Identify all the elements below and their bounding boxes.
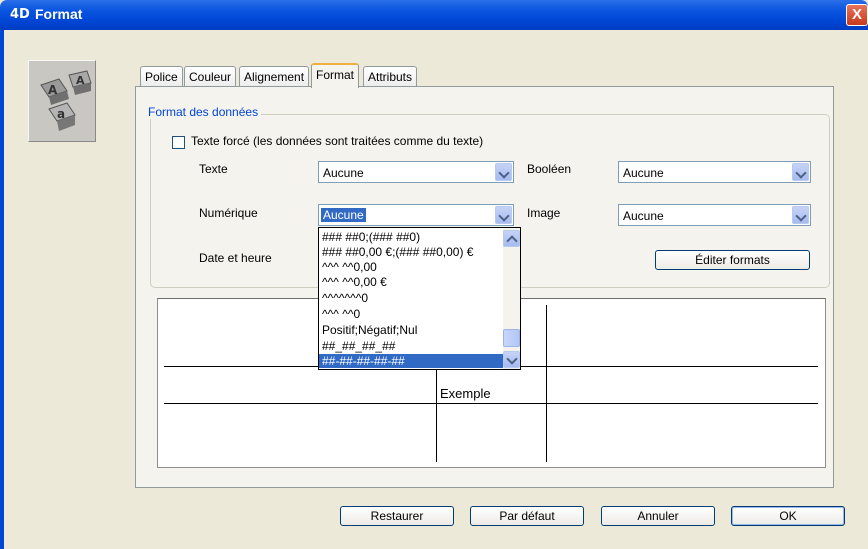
tab-alignement[interactable]: Alignement <box>239 66 310 87</box>
dropdown-option[interactable]: Positif;Négatif;Nul <box>322 323 417 337</box>
scroll-down-icon[interactable] <box>503 351 520 368</box>
default-button[interactable]: Par défaut <box>470 506 584 526</box>
window-title: Format <box>35 6 83 22</box>
restore-button[interactable]: Restaurer <box>340 506 454 526</box>
dropdown-option[interactable]: ^^^ ^^0,00 € <box>322 275 387 289</box>
booleen-label: Booléen <box>527 162 572 176</box>
dropdown-option-selected[interactable]: ##-##-##-##-## <box>319 354 503 368</box>
scroll-thumb[interactable] <box>503 329 520 347</box>
texte-select[interactable]: Aucune <box>318 161 514 183</box>
close-button[interactable]: X <box>846 4 868 26</box>
app-logo: 4D <box>10 7 30 22</box>
dropdown-option[interactable]: ^^^^^^^0 <box>322 291 368 305</box>
svg-text:a: a <box>57 107 65 121</box>
dropdown-option[interactable]: ##_##_##_## <box>322 339 395 353</box>
ok-button[interactable]: OK <box>731 506 845 526</box>
window-frame-left <box>0 30 4 549</box>
tab-police[interactable]: Police <box>140 66 183 87</box>
image-select-value: Aucune <box>623 209 664 223</box>
edit-formats-button[interactable]: Éditer formats <box>655 250 810 270</box>
dropdown-option[interactable]: ^^^ ^^0,00 <box>322 260 377 274</box>
dropdown-option[interactable]: ### ##0;(### ##0) <box>322 230 420 244</box>
svg-text:A: A <box>48 83 58 97</box>
numerique-select-value: Aucune <box>321 208 366 222</box>
preview-grid-line <box>164 403 818 404</box>
chevron-down-icon[interactable] <box>792 163 809 181</box>
tab-format[interactable]: Format <box>311 63 360 88</box>
texte-label: Texte <box>199 162 228 176</box>
booleen-select[interactable]: Aucune <box>618 161 811 183</box>
tab-attributs[interactable]: Attributs <box>363 66 418 87</box>
cancel-button[interactable]: Annuler <box>601 506 715 526</box>
svg-text:A: A <box>76 74 85 87</box>
texte-select-value: Aucune <box>323 166 364 180</box>
chevron-down-icon[interactable] <box>495 206 512 224</box>
preview-sample-text: Exemple <box>440 386 491 401</box>
chevron-down-icon[interactable] <box>792 206 809 224</box>
dropdown-scrollbar[interactable] <box>503 228 520 369</box>
dropdown-option[interactable]: ### ##0,00 €;(### ##0,00) € <box>322 245 473 259</box>
image-label: Image <box>527 206 561 220</box>
dropdown-option[interactable]: ^^^ ^^0 <box>322 307 360 321</box>
date-heure-label: Date et heure <box>199 251 272 265</box>
image-select[interactable]: Aucune <box>618 204 811 226</box>
format-tool-icon: A A a <box>28 60 96 142</box>
numerique-select[interactable]: Aucune <box>318 204 514 226</box>
data-format-legend: Format des données <box>145 105 262 119</box>
numerique-label: Numérique <box>199 206 258 220</box>
tab-couleur[interactable]: Couleur <box>184 66 237 87</box>
chevron-down-icon[interactable] <box>495 163 512 181</box>
forced-text-checkbox[interactable] <box>172 136 185 149</box>
scroll-up-icon[interactable] <box>503 230 520 247</box>
booleen-select-value: Aucune <box>623 166 664 180</box>
preview-grid-line <box>546 305 547 462</box>
numerique-dropdown-list[interactable]: ### ##0;(### ##0) ### ##0,00 €;(### ##0,… <box>318 227 521 370</box>
title-bar: 4D Format X <box>0 0 868 30</box>
forced-text-label: Texte forcé (les données sont traitées c… <box>191 134 484 148</box>
